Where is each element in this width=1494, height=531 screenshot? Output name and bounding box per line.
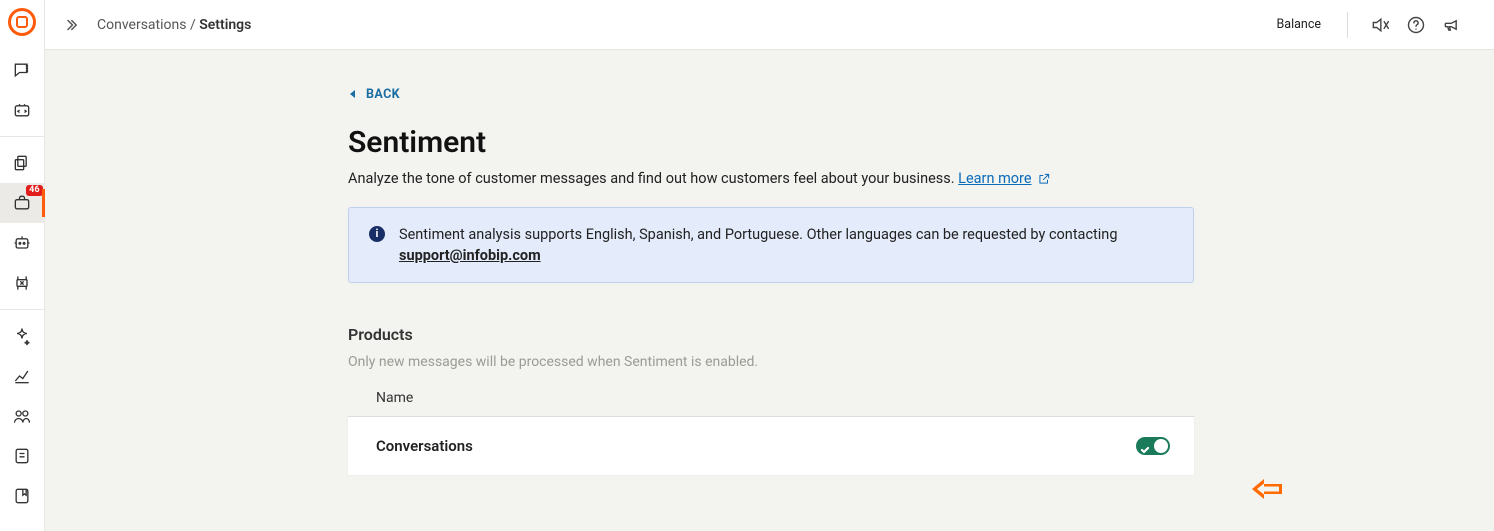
products-heading: Products <box>348 325 1194 344</box>
back-label: BACK <box>366 87 400 102</box>
announce-icon[interactable] <box>1438 11 1466 39</box>
main-panel: BACK Sentiment Analyze the tone of custo… <box>45 50 1494 531</box>
nav-item-briefcase[interactable]: 46 <box>0 183 45 223</box>
balance-label[interactable]: Balance <box>1276 17 1321 32</box>
enable-toggle[interactable] <box>1136 437 1170 455</box>
brand-logo[interactable] <box>8 8 36 36</box>
products-subheading: Only new messages will be processed when… <box>348 354 1194 370</box>
info-icon: i <box>369 226 385 242</box>
left-nav-rail: 46 <box>0 0 45 531</box>
breadcrumb: Conversations / Settings <box>97 17 251 33</box>
top-bar: Conversations / Settings Balance <box>45 0 1494 50</box>
mute-icon[interactable] <box>1366 11 1394 39</box>
breadcrumb-parent[interactable]: Conversations <box>97 17 186 33</box>
support-email-link[interactable]: support@infobip.com <box>399 247 541 264</box>
help-icon[interactable] <box>1402 11 1430 39</box>
expand-sidebar-button[interactable] <box>59 13 83 37</box>
info-banner: i Sentiment analysis supports English, S… <box>348 207 1194 283</box>
separator <box>1347 12 1348 38</box>
nav-badge: 46 <box>26 185 42 196</box>
product-row: Conversations <box>348 417 1194 475</box>
callout-arrow-icon <box>1252 477 1282 505</box>
page-title: Sentiment <box>348 125 1194 160</box>
nav-item-spark[interactable] <box>0 316 45 356</box>
nav-item-analytics[interactable] <box>0 356 45 396</box>
nav-item-hash[interactable] <box>0 263 45 303</box>
back-button[interactable]: BACK <box>348 87 400 102</box>
breadcrumb-current: Settings <box>199 17 251 33</box>
nav-item-book[interactable] <box>0 436 45 476</box>
page-subtitle: Analyze the tone of customer messages an… <box>348 170 1194 187</box>
nav-item-copy[interactable] <box>0 143 45 183</box>
check-icon <box>1140 440 1150 450</box>
nav-item-bookmark[interactable] <box>0 476 45 516</box>
nav-item-chat[interactable] <box>0 50 45 90</box>
nav-item-code[interactable] <box>0 90 45 130</box>
product-name: Conversations <box>376 437 473 455</box>
nav-item-bot[interactable] <box>0 223 45 263</box>
column-header-name: Name <box>348 382 1194 417</box>
nav-item-people[interactable] <box>0 396 45 436</box>
learn-more-link[interactable]: Learn more <box>958 170 1050 187</box>
external-link-icon <box>1037 172 1051 186</box>
